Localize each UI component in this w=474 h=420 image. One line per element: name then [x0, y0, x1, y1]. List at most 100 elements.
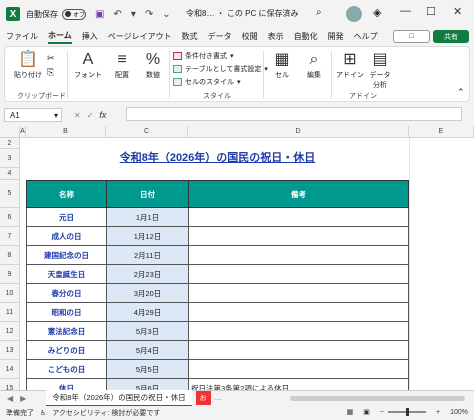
- undo-dropdown-icon[interactable]: ▾: [131, 9, 136, 20]
- row-header[interactable]: 11: [0, 303, 20, 322]
- header-note[interactable]: 備考: [188, 180, 409, 208]
- holiday-date[interactable]: 1月12日: [106, 226, 189, 246]
- holiday-note[interactable]: 祝日法第3条第2項による休日: [188, 378, 409, 390]
- holiday-date[interactable]: 5月5日: [106, 359, 189, 379]
- document-title[interactable]: 令和8… ・ この PC に保存済み: [186, 8, 298, 19]
- cell-styles-button[interactable]: セルのスタイル ▾: [173, 77, 241, 87]
- holiday-date[interactable]: 3月20日: [106, 283, 189, 303]
- zoom-out-icon[interactable]: −: [380, 409, 384, 416]
- tab-developer[interactable]: 開発: [328, 31, 344, 42]
- holiday-name[interactable]: こどもの日: [26, 359, 107, 379]
- holiday-date[interactable]: 5月4日: [106, 340, 189, 360]
- format-as-table-button[interactable]: テーブルとして書式設定 ▾: [173, 64, 268, 74]
- tab-review[interactable]: 校閲: [242, 31, 258, 42]
- undo-icon[interactable]: ↶: [113, 9, 121, 20]
- more-sheets-icon[interactable]: …: [215, 395, 222, 402]
- column-header[interactable]: D: [188, 126, 409, 138]
- holiday-name[interactable]: みどりの日: [26, 340, 107, 360]
- tab-formulas[interactable]: 数式: [182, 31, 198, 42]
- holiday-note[interactable]: [188, 302, 409, 322]
- row-header[interactable]: 12: [0, 322, 20, 341]
- insert-function-button[interactable]: fx: [99, 110, 106, 120]
- editing-button[interactable]: ⌕ 編集: [299, 50, 329, 80]
- save-icon[interactable]: ▣: [95, 9, 104, 20]
- sheet-title[interactable]: 令和8年（2026年）の国民の祝日・休日: [26, 149, 409, 165]
- row-header[interactable]: 15: [0, 379, 20, 390]
- holiday-note[interactable]: [188, 264, 409, 284]
- normal-view-icon[interactable]: ▦: [347, 408, 354, 416]
- page-layout-view-icon[interactable]: ▣: [363, 408, 370, 416]
- maximize-button[interactable]: ☐: [426, 5, 436, 18]
- avatar[interactable]: [346, 6, 362, 22]
- cut-icon[interactable]: ✂: [47, 53, 55, 64]
- holiday-note[interactable]: [188, 245, 409, 265]
- header-name[interactable]: 名称: [26, 180, 107, 208]
- alignment-button[interactable]: ≡ 配置: [107, 50, 137, 80]
- search-icon[interactable]: ⌕: [316, 7, 322, 18]
- horizontal-scrollbar[interactable]: [290, 396, 465, 401]
- select-all-corner[interactable]: [0, 126, 20, 138]
- row-header[interactable]: 14: [0, 360, 20, 379]
- row-header[interactable]: 7: [0, 227, 20, 246]
- prev-sheet-icon[interactable]: ◀: [7, 394, 13, 403]
- holiday-note[interactable]: [188, 207, 409, 227]
- cancel-icon[interactable]: ✕: [74, 111, 87, 120]
- row-header[interactable]: 9: [0, 265, 20, 284]
- holiday-name[interactable]: 元日: [26, 207, 107, 227]
- holiday-name[interactable]: 昭和の日: [26, 302, 107, 322]
- row-header[interactable]: 10: [0, 284, 20, 303]
- holiday-date[interactable]: 5月6日: [106, 378, 189, 390]
- tab-page-layout[interactable]: ページレイアウト: [108, 31, 172, 42]
- comment-button[interactable]: □: [393, 30, 430, 43]
- holiday-name[interactable]: 成人の日: [26, 226, 107, 246]
- paste-button[interactable]: 📋 貼り付け: [9, 50, 47, 80]
- close-button[interactable]: ✕: [453, 5, 462, 18]
- next-sheet-icon[interactable]: ▶: [20, 394, 26, 403]
- tab-insert[interactable]: 挿入: [82, 31, 98, 42]
- column-header[interactable]: E: [409, 126, 474, 138]
- addins-button[interactable]: ⊞ アドイン: [335, 50, 365, 80]
- copy-icon[interactable]: ⎘: [47, 67, 54, 78]
- sheet-tab-second[interactable]: お: [195, 391, 211, 405]
- number-button[interactable]: % 数値: [139, 50, 167, 80]
- row-header[interactable]: 4: [0, 168, 20, 180]
- row-header[interactable]: 8: [0, 246, 20, 265]
- holiday-date[interactable]: 2月23日: [106, 264, 189, 284]
- name-box[interactable]: A1 ▾: [4, 108, 62, 122]
- row-header[interactable]: 3: [0, 149, 20, 168]
- holiday-name[interactable]: 憲法記念日: [26, 321, 107, 341]
- quick-access-more-icon[interactable]: ⌄: [162, 9, 170, 20]
- font-button[interactable]: A フォント: [71, 50, 105, 80]
- row-header[interactable]: 5: [0, 180, 20, 208]
- zoom-level[interactable]: 100%: [450, 409, 468, 416]
- row-header[interactable]: 6: [0, 208, 20, 227]
- collapse-ribbon-icon[interactable]: ⌃: [457, 87, 465, 98]
- accessibility-status[interactable]: アクセシビリティ: 検討が必要です: [52, 408, 160, 418]
- holiday-date[interactable]: 4月29日: [106, 302, 189, 322]
- holiday-note[interactable]: [188, 340, 409, 360]
- holiday-note[interactable]: [188, 283, 409, 303]
- cells-button[interactable]: ▦ セル: [267, 50, 297, 80]
- copilot-diamond-icon[interactable]: ◈: [373, 6, 381, 19]
- row-header[interactable]: 2: [0, 138, 20, 149]
- holiday-date[interactable]: 2月11日: [106, 245, 189, 265]
- column-header[interactable]: C: [106, 126, 188, 138]
- data-analysis-button[interactable]: ▤ データ 分析: [365, 50, 395, 90]
- sheet-tab-holidays[interactable]: 令和8年（2026年）の国民の祝日・休日: [46, 389, 192, 407]
- formula-input[interactable]: [126, 107, 462, 121]
- row-header[interactable]: 13: [0, 341, 20, 360]
- worksheet-grid[interactable]: A B C D E 2 3 4 5 6 7 8 9 10 11 12 13 14…: [0, 126, 474, 390]
- holiday-note[interactable]: [188, 321, 409, 341]
- conditional-format-button[interactable]: 条件付き書式 ▾: [173, 51, 234, 61]
- holiday-name[interactable]: 春分の日: [26, 283, 107, 303]
- enter-icon[interactable]: ✓: [87, 111, 100, 120]
- redo-icon[interactable]: ↷: [145, 9, 153, 20]
- autosave-toggle[interactable]: オフ: [62, 8, 86, 20]
- holiday-date[interactable]: 5月3日: [106, 321, 189, 341]
- tab-help[interactable]: ヘルプ: [354, 31, 378, 42]
- tab-file[interactable]: ファイル: [6, 31, 38, 42]
- column-header[interactable]: B: [26, 126, 106, 138]
- tab-data[interactable]: データ: [208, 31, 232, 42]
- zoom-in-icon[interactable]: +: [436, 409, 440, 416]
- zoom-slider[interactable]: [388, 408, 426, 416]
